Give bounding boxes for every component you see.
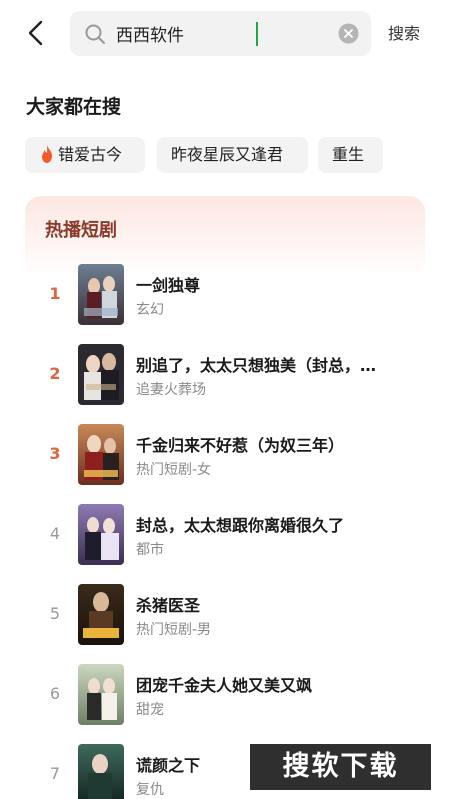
search-icon: [85, 24, 105, 44]
clear-icon[interactable]: [338, 23, 359, 44]
drama-title: 一剑独尊: [136, 276, 201, 295]
back-arrow-icon[interactable]: [22, 18, 50, 48]
rank-number: 5: [49, 604, 61, 623]
hot-search-chip-label: 错爱古今: [58, 145, 123, 164]
drama-poster-image: [78, 744, 124, 799]
hot-search-chip[interactable]: 昨夜星辰又逢君: [157, 137, 308, 173]
rank-number: 6: [49, 684, 61, 703]
drama-tag: 都市: [136, 542, 164, 558]
drama-poster-image: [78, 344, 124, 405]
drama-tag: 热门短剧-女: [136, 462, 212, 478]
ranking-card: 热播短剧 1 一剑独尊 玄幻 2 别追了，太太只想独美（封总，… 追妻火葬场 3…: [25, 196, 425, 799]
drama-title: 杀猪医圣: [136, 596, 201, 615]
hot-search-chip-label: 重生: [332, 145, 365, 164]
rank-number: 2: [49, 364, 61, 383]
ranking-item[interactable]: 5 杀猪医圣 热门短剧-男: [25, 584, 425, 646]
ranking-title: 热播短剧: [45, 220, 117, 241]
drama-title: 团宠千金夫人她又美又飒: [136, 676, 313, 695]
top-bar: 搜索: [0, 0, 450, 66]
ranking-item[interactable]: 2 别追了，太太只想独美（封总，… 追妻火葬场: [25, 344, 425, 406]
search-input[interactable]: [116, 20, 316, 47]
drama-poster-image: [78, 264, 124, 325]
search-button[interactable]: 搜索: [388, 20, 420, 44]
ranking-item[interactable]: 4 封总，太太想跟你离婚很久了 都市: [25, 504, 425, 566]
ranking-item[interactable]: 6 团宠千金夫人她又美又飒 甜宠: [25, 664, 425, 726]
drama-tag: 玄幻: [136, 302, 164, 318]
drama-tag: 追妻火葬场: [136, 382, 206, 398]
drama-title: 封总，太太想跟你离婚很久了: [136, 516, 345, 535]
fire-icon: [42, 145, 52, 163]
hot-search-title: 大家都在搜: [26, 96, 122, 118]
text-cursor: [256, 22, 258, 46]
rank-number: 7: [49, 764, 61, 783]
watermark: 搜软下载: [250, 744, 431, 790]
rank-number: 1: [49, 284, 61, 303]
hot-search-chip[interactable]: 错爱古今: [25, 137, 145, 173]
drama-poster-image: [78, 424, 124, 485]
search-page: 搜索 大家都在搜 错爱古今 昨夜星辰又逢君 重生 热播短剧 1 一剑独尊: [0, 0, 450, 799]
rank-number: 3: [49, 444, 61, 463]
drama-tag: 复仇: [136, 782, 164, 798]
drama-poster-image: [78, 664, 124, 725]
drama-tag: 热门短剧-男: [136, 622, 212, 638]
drama-title: 别追了，太太只想独美（封总，…: [136, 356, 377, 375]
search-box[interactable]: [70, 11, 371, 56]
drama-poster-image: [78, 504, 124, 565]
rank-number: 4: [49, 524, 61, 543]
drama-tag: 甜宠: [136, 702, 164, 718]
hot-search-chip[interactable]: 重生: [318, 137, 383, 173]
ranking-item[interactable]: 1 一剑独尊 玄幻: [25, 264, 425, 326]
drama-poster-image: [78, 584, 124, 645]
hot-search-chip-label: 昨夜星辰又逢君: [171, 145, 284, 164]
drama-title: 千金归来不好惹（为奴三年）: [136, 436, 345, 455]
ranking-item[interactable]: 3 千金归来不好惹（为奴三年） 热门短剧-女: [25, 424, 425, 486]
